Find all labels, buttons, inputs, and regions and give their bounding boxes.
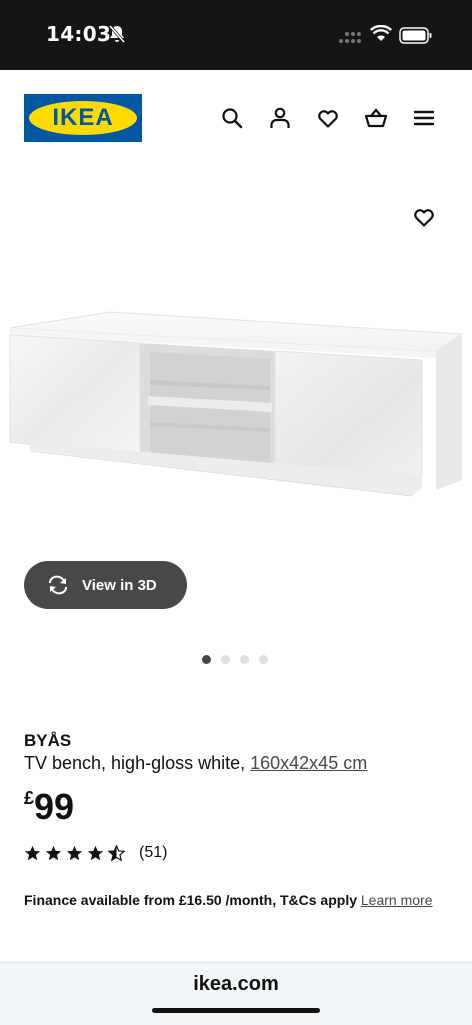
- menu-icon[interactable]: [412, 106, 436, 130]
- carousel-dot[interactable]: [221, 655, 230, 664]
- home-indicator: [152, 1008, 320, 1013]
- status-bar: 14:03: [0, 0, 472, 70]
- product-image[interactable]: [0, 190, 472, 570]
- ikea-logo[interactable]: IKEA: [24, 94, 142, 142]
- star-icon: [24, 845, 41, 860]
- star-icon: [87, 845, 104, 860]
- site-header: IKEA: [0, 70, 472, 170]
- wifi-icon: [370, 25, 392, 41]
- view-in-3d-label: View in 3D: [82, 576, 157, 594]
- product-price: £99: [24, 786, 74, 828]
- logo-oval: IKEA: [29, 101, 137, 135]
- browser-url-bar[interactable]: ikea.com: [0, 962, 472, 1025]
- star-half-icon: [108, 844, 125, 862]
- product-rating[interactable]: (51): [24, 844, 167, 862]
- product-name: BYÅS: [24, 731, 72, 750]
- carousel-dot[interactable]: [202, 655, 211, 664]
- carousel-dot[interactable]: [259, 655, 268, 664]
- price-amount: 99: [34, 786, 75, 827]
- product-description: TV bench, high-gloss white, 160x42x45 cm: [24, 753, 367, 774]
- rating-count: (51): [139, 844, 168, 861]
- bell-muted-icon: [108, 25, 126, 43]
- status-time: 14:03: [46, 22, 112, 46]
- carousel-dot[interactable]: [240, 655, 249, 664]
- battery-icon: [399, 27, 432, 44]
- star-icon: [45, 845, 62, 860]
- url-text[interactable]: ikea.com: [0, 973, 472, 996]
- cellular-signal-icon: [339, 32, 361, 43]
- product-description-text: TV bench, high-gloss white,: [24, 753, 251, 773]
- learn-more-link[interactable]: Learn more: [361, 892, 433, 908]
- search-icon[interactable]: [220, 106, 244, 130]
- finance-text: Finance available from £16.50 /month, T&…: [24, 892, 357, 908]
- finance-note: Finance available from £16.50 /month, T&…: [24, 889, 444, 911]
- price-currency: £: [24, 788, 35, 808]
- logo-text: IKEA: [52, 104, 114, 131]
- product-size-link[interactable]: 160x42x45 cm: [250, 753, 367, 773]
- carousel-dots: [202, 655, 268, 665]
- rotate-3d-icon: [49, 575, 67, 595]
- add-to-favourites-icon[interactable]: [412, 205, 436, 229]
- view-in-3d-button[interactable]: View in 3D: [24, 561, 187, 609]
- favourites-icon[interactable]: [316, 106, 340, 130]
- basket-icon[interactable]: [364, 106, 388, 130]
- account-icon[interactable]: [268, 106, 292, 130]
- star-icon: [66, 845, 83, 860]
